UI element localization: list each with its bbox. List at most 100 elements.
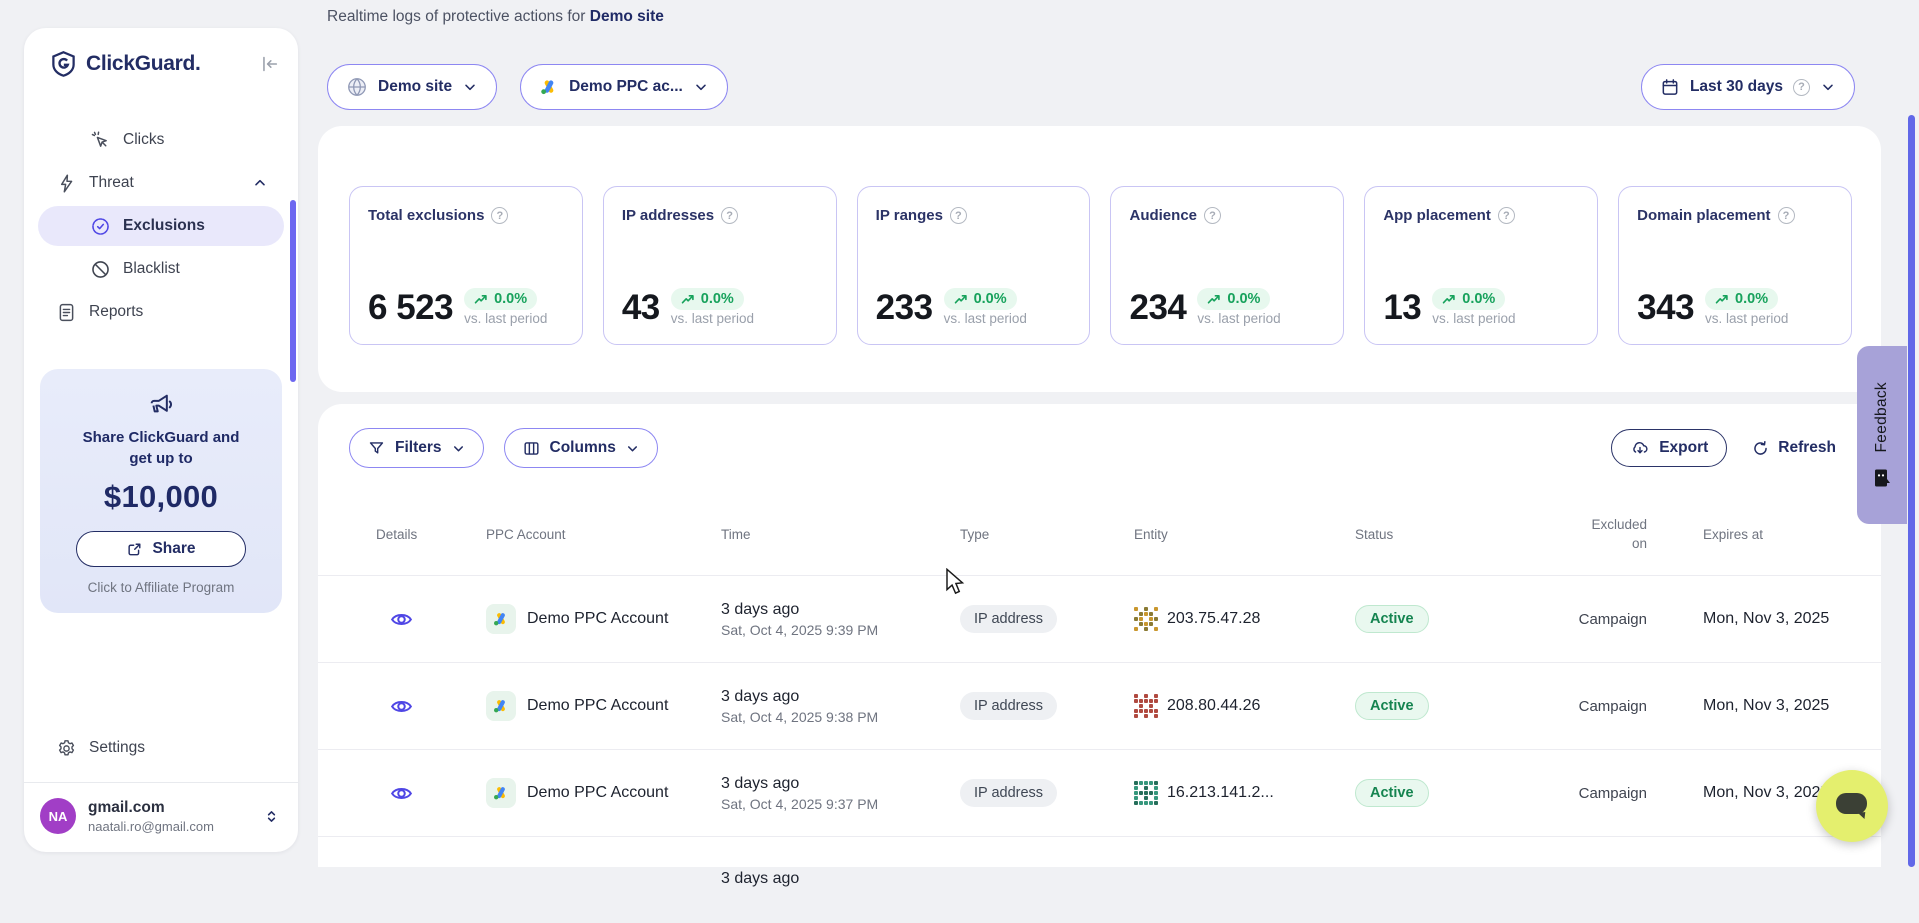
stats-cards: Total exclusions ? 6 523 0.0% vs. last p… xyxy=(349,186,1852,345)
stat-label: App placement xyxy=(1383,207,1491,224)
table-body: Demo PPC Account 3 days ago Sat, Oct 4, … xyxy=(318,575,1881,923)
brand-name: ClickGuard. xyxy=(86,52,201,76)
promo-text: Share ClickGuard and get up to xyxy=(71,427,251,469)
stat-delta-wrap: 0.0% vs. last period xyxy=(1197,288,1280,328)
date-range-value: Last 30 days xyxy=(1690,78,1783,96)
site-selector-value: Demo site xyxy=(378,78,452,96)
type-cell: IP address xyxy=(960,779,1134,807)
stat-delta-wrap: 0.0% vs. last period xyxy=(1705,288,1788,328)
chevron-down-icon xyxy=(451,441,466,456)
col-header-ppc-account: PPC Account xyxy=(486,527,721,542)
sidebar-item-label: Exclusions xyxy=(123,217,205,235)
sidebar-item-reports[interactable]: Reports xyxy=(38,292,284,332)
stat-value: 343 xyxy=(1637,288,1694,328)
stat-value: 13 xyxy=(1383,288,1421,328)
table-row[interactable]: Demo PPC Account 3 days ago Sat, Oct 4, … xyxy=(318,662,1881,749)
sidebar-item-threat[interactable]: Threat xyxy=(38,163,284,203)
site-selector-dropdown[interactable]: Demo site xyxy=(327,64,497,110)
status-cell: Active xyxy=(1355,692,1573,720)
sidebar-item-settings[interactable]: Settings xyxy=(38,728,284,768)
stat-card: App placement ? 13 0.0% vs. last period xyxy=(1364,186,1598,345)
stat-delta-badge: 0.0% xyxy=(1705,288,1778,310)
chevron-down-icon xyxy=(462,79,478,95)
trend-up-icon xyxy=(681,294,696,305)
sidebar-item-blacklist[interactable]: Blacklist xyxy=(38,249,284,289)
help-icon[interactable]: ? xyxy=(1778,207,1795,224)
page-title: Realtime logs of protective actions for … xyxy=(327,8,664,26)
trend-up-icon xyxy=(1207,294,1222,305)
export-label: Export xyxy=(1659,439,1708,457)
details-cell xyxy=(376,781,486,806)
table-toolbar-right: Export Refresh xyxy=(1611,429,1836,467)
eye-icon[interactable] xyxy=(389,694,486,719)
stat-card-title: Domain placement ? xyxy=(1637,207,1833,224)
stat-delta-badge: 0.0% xyxy=(1197,288,1270,310)
eye-icon[interactable] xyxy=(389,781,486,806)
account-cell: Demo PPC Account xyxy=(486,604,721,634)
stat-card-bottom: 233 0.0% vs. last period xyxy=(876,288,1027,328)
help-icon[interactable]: ? xyxy=(721,207,738,224)
account-cell: Demo PPC Account xyxy=(486,778,721,808)
trend-up-icon xyxy=(1715,294,1730,305)
chevron-down-icon xyxy=(693,79,709,95)
entity-identicon xyxy=(1134,607,1158,631)
time-cell: 3 days ago Sat, Oct 4, 2025 9:37 PM xyxy=(721,775,960,812)
collapse-sidebar-icon[interactable] xyxy=(258,53,280,75)
eye-icon[interactable] xyxy=(389,607,486,632)
sidebar-item-label: Threat xyxy=(89,174,134,192)
time-cell: 3 days ago Sat, Oct 4, 2025 9:39 PM xyxy=(721,601,960,638)
account-switcher[interactable]: NA gmail.com naatali.ro@gmail.com xyxy=(24,783,298,852)
refresh-button[interactable]: Refresh xyxy=(1751,439,1836,458)
stat-value: 43 xyxy=(622,288,660,328)
status-cell: Active xyxy=(1355,779,1573,807)
page-scrollbar[interactable] xyxy=(1908,115,1915,867)
user-email: naatali.ro@gmail.com xyxy=(88,819,214,834)
filters-dropdown[interactable]: Filters xyxy=(349,428,484,468)
time-absolute: Sat, Oct 4, 2025 9:39 PM xyxy=(721,622,960,638)
help-icon[interactable]: ? xyxy=(1498,207,1515,224)
stat-vs-label: vs. last period xyxy=(464,311,547,326)
context-selectors: Demo site Demo PPC ac... xyxy=(327,64,728,110)
type-badge: IP address xyxy=(960,692,1057,720)
entity-value: 208.80.44.26 xyxy=(1167,697,1260,715)
chevron-down-icon xyxy=(1820,79,1836,95)
account-selector-dropdown[interactable]: Demo PPC ac... xyxy=(520,64,728,110)
stat-label: Total exclusions xyxy=(368,207,484,224)
sidebar-scrollbar[interactable] xyxy=(290,200,296,382)
export-button[interactable]: Export xyxy=(1611,429,1727,467)
affiliate-promo-card[interactable]: Share ClickGuard and get up to $10,000 S… xyxy=(40,369,282,613)
help-icon[interactable]: ? xyxy=(950,207,967,224)
table-row[interactable]: Demo PPC Account 3 days ago Sat, Oct 4, … xyxy=(318,575,1881,662)
table-row[interactable]: Demo PPC Account 3 days ago Sat, Oct 4, … xyxy=(318,749,1881,836)
stat-delta-value: 0.0% xyxy=(1462,291,1495,307)
stat-delta-value: 0.0% xyxy=(494,291,527,307)
status-badge: Active xyxy=(1355,605,1429,633)
filters-label: Filters xyxy=(395,439,442,457)
share-button[interactable]: Share xyxy=(76,531,246,567)
stat-card-title: IP ranges ? xyxy=(876,207,1072,224)
sidebar-item-exclusions[interactable]: Exclusions xyxy=(38,206,284,246)
columns-dropdown[interactable]: Columns xyxy=(504,428,658,468)
help-icon[interactable]: ? xyxy=(1204,207,1221,224)
chat-widget-button[interactable] xyxy=(1816,770,1888,842)
type-cell: IP address xyxy=(960,692,1134,720)
stat-card-title: App placement ? xyxy=(1383,207,1579,224)
document-icon xyxy=(56,302,77,323)
stat-card-title: Audience ? xyxy=(1129,207,1325,224)
stat-label: IP addresses xyxy=(622,207,714,224)
col-header-details: Details xyxy=(376,527,486,542)
sidebar-item-clicks[interactable]: Clicks xyxy=(38,120,284,160)
cursor-click-icon xyxy=(90,130,111,151)
feedback-tab[interactable]: Feedback xyxy=(1857,346,1907,524)
chevron-up-icon[interactable] xyxy=(252,175,268,191)
calendar-icon xyxy=(1660,77,1680,97)
trend-up-icon xyxy=(1442,294,1457,305)
table-row[interactable]: 3 days ago xyxy=(318,836,1881,923)
date-range-dropdown[interactable]: Last 30 days ? xyxy=(1641,64,1855,110)
user-name: gmail.com xyxy=(88,799,214,817)
type-cell: IP address xyxy=(960,605,1134,633)
time-relative: 3 days ago xyxy=(721,870,960,888)
google-ads-icon xyxy=(539,77,559,97)
stat-card: Audience ? 234 0.0% vs. last period xyxy=(1110,186,1344,345)
help-icon[interactable]: ? xyxy=(491,207,508,224)
